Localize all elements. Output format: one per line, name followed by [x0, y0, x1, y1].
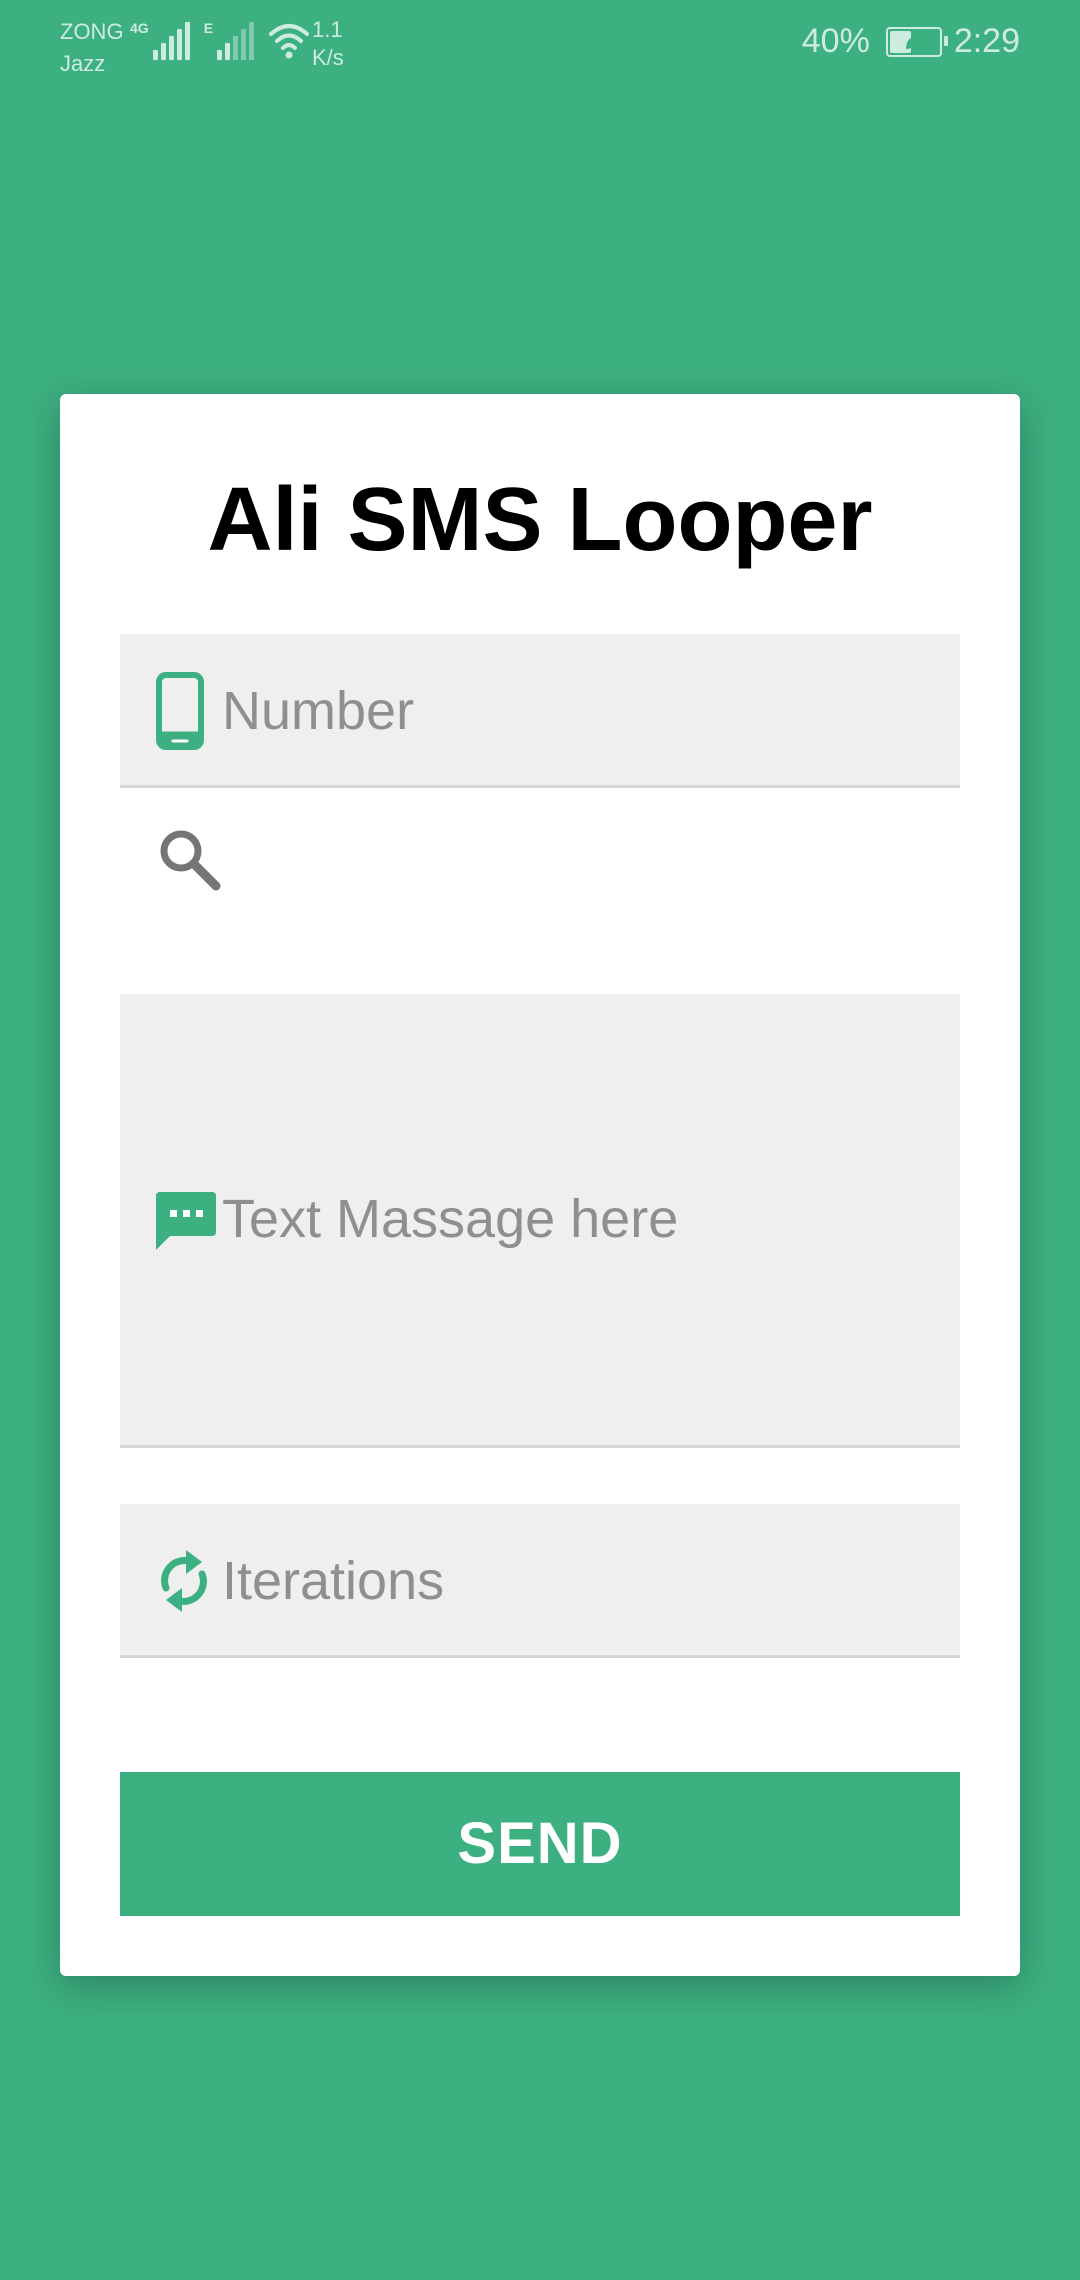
wifi-icon — [269, 24, 310, 59]
status-bar: ZONG Jazz 4G E 1.1 K/s 40% 2:29 — [0, 0, 1080, 90]
signal-group: 4G E — [130, 20, 310, 60]
signal-1-icon — [152, 22, 190, 60]
main-card: Ali SMS Looper Number Text Massage here — [60, 394, 1020, 1976]
carrier-names: ZONG Jazz — [60, 16, 124, 80]
speed-value: 1.1 — [312, 17, 343, 42]
network-type-2: E — [203, 20, 214, 36]
battery-icon — [885, 26, 948, 57]
leaf-icon — [905, 34, 920, 49]
number-placeholder: Number — [222, 681, 415, 741]
search-icon[interactable] — [156, 826, 222, 892]
clock: 2:29 — [953, 22, 1020, 60]
number-field[interactable]: Number — [120, 634, 960, 788]
status-right: 40% 2:29 — [802, 22, 1020, 61]
battery-percent: 40% — [801, 22, 870, 60]
app-title: Ali SMS Looper — [207, 470, 873, 570]
refresh-icon — [161, 1550, 207, 1612]
message-icon — [156, 1192, 216, 1250]
signal-2-icon — [217, 22, 255, 60]
carrier-2: Jazz — [60, 51, 106, 76]
network-type-1: 4G — [130, 20, 149, 36]
network-speed: 1.1 K/s — [312, 16, 344, 72]
carrier-1: ZONG — [60, 19, 124, 44]
phone-icon — [156, 672, 204, 750]
iterations-field[interactable]: Iterations — [120, 1504, 960, 1658]
send-button[interactable]: SEND — [120, 1772, 960, 1916]
speed-unit: K/s — [312, 45, 344, 70]
message-placeholder: Text Massage here — [222, 1189, 679, 1249]
message-field[interactable]: Text Massage here — [120, 994, 960, 1448]
iterations-placeholder: Iterations — [222, 1551, 445, 1611]
